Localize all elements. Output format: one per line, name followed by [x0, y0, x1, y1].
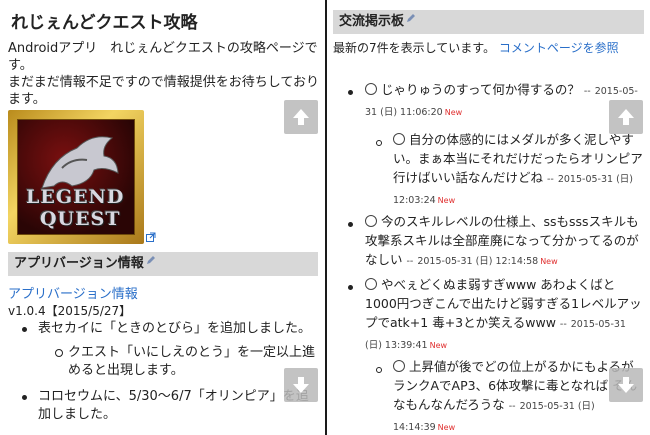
post-separator: --	[406, 256, 414, 267]
post-item: 上昇値が後でどの位上がるかにもよるがランクAでAP3、6体攻撃に毒となれば そん…	[393, 357, 645, 435]
left-pane: れじぇんどクエスト攻略 Androidアプリ れじぇんどクエストの攻略ページです…	[0, 0, 325, 435]
intro-text: Androidアプリ れじぇんどクエストの攻略ページです。 まだまだ情報不足です…	[8, 40, 320, 108]
post-text: じゃりゅうのすって何か得するの？	[381, 82, 580, 97]
radio-circle-icon[interactable]	[365, 83, 377, 95]
intro-line-2: まだまだ情報不足ですので情報提供をお待ちしております。	[8, 75, 319, 107]
comment-page-link[interactable]: コメントページを参照	[499, 41, 619, 55]
arrow-down-icon	[618, 377, 634, 393]
new-badge: New	[429, 341, 448, 350]
legend-quest-logo[interactable]: LEGEND QUEST	[8, 110, 144, 244]
new-badge: New	[540, 257, 558, 266]
version-heading-label: アプリバージョン情報	[14, 256, 144, 271]
logo-text-2: QUEST	[40, 208, 121, 230]
summary-text: 最新の7件を表示しています。	[333, 41, 496, 55]
board-heading-label: 交流掲示板	[339, 14, 405, 29]
external-link-icon[interactable]	[146, 232, 156, 242]
new-badge: New	[444, 108, 463, 117]
bullet-dot	[348, 285, 353, 290]
post-date: 2015-05-31 (日) 12:14:58	[417, 256, 539, 267]
bullet-dot	[348, 90, 353, 95]
right-pane: 交流掲示板 最新の7件を表示しています。 コメントページを参照 じゃりゅうのすっ…	[327, 0, 650, 435]
intro-line-1: Androidアプリ れじぇんどクエストの攻略ページです。	[8, 41, 318, 73]
version-heading: アプリバージョン情報	[8, 252, 318, 276]
pencil-edit-icon[interactable]	[406, 13, 416, 23]
bullet-dot	[348, 222, 353, 227]
changes-list: 表セカイに「ときのとびら」を追加しました。 クエスト「いにしえのとう」を一定以上…	[8, 320, 318, 430]
list-subitem: クエスト「いにしえのとう」を一定以上進めると出現します。	[8, 344, 318, 380]
board-heading: 交流掲示板	[333, 10, 644, 34]
logo-text-1: LEGEND	[26, 186, 125, 208]
post-separator: --	[508, 401, 516, 412]
post-text: 上昇値が後でどの位上がるかにもよるがランクAでAP3、6体攻撃に毒となれば そん…	[393, 359, 638, 412]
post-item: 自分の体感的にはメダルが多く泥しやすい。まぁ本当にそれだけだったらオリンピア行け…	[393, 130, 645, 210]
arrow-up-icon	[293, 109, 309, 125]
scroll-down-button[interactable]	[284, 368, 318, 402]
post-item: やべぇどくぬま弱すぎwww あわよくばと1000円つぎこんで出たけど弱すぎる1レ…	[365, 275, 645, 355]
list-item: コロセウムに、5/30〜6/7「オリンピア」を追加しました。	[8, 388, 318, 424]
scroll-down-button[interactable]	[609, 368, 643, 402]
scroll-up-button[interactable]	[284, 100, 318, 134]
new-badge: New	[437, 423, 456, 432]
radio-circle-icon[interactable]	[365, 215, 377, 227]
post-item: じゃりゅうのすって何か得するの？ -- 2015-05-31 (日) 11:06…	[365, 80, 645, 122]
bullet-ring	[376, 367, 382, 373]
scroll-up-button[interactable]	[609, 100, 643, 134]
pencil-edit-icon[interactable]	[146, 255, 156, 265]
radio-circle-icon[interactable]	[365, 278, 377, 290]
post-separator: --	[559, 319, 567, 330]
new-badge: New	[437, 196, 456, 205]
post-separator: --	[547, 174, 554, 185]
radio-circle-icon[interactable]	[393, 360, 405, 372]
post-separator: --	[583, 86, 591, 97]
radio-circle-icon[interactable]	[393, 133, 405, 145]
post-item: 今のスキルレベルの仕様上、ssもsssスキルも攻撃系スキルは全部産廃になって分か…	[365, 212, 645, 271]
arrow-down-icon	[293, 377, 309, 393]
version-number: v1.0.4【2015/5/27】	[8, 304, 132, 318]
arrow-up-icon	[618, 109, 634, 125]
page-title: れじぇんどクエスト攻略	[11, 13, 198, 33]
bullet-ring	[376, 140, 382, 146]
board-summary: 最新の7件を表示しています。 コメントページを参照	[333, 40, 645, 56]
app-version-link[interactable]: アプリバージョン情報	[8, 283, 138, 302]
list-item: 表セカイに「ときのとびら」を追加しました。	[8, 320, 318, 338]
